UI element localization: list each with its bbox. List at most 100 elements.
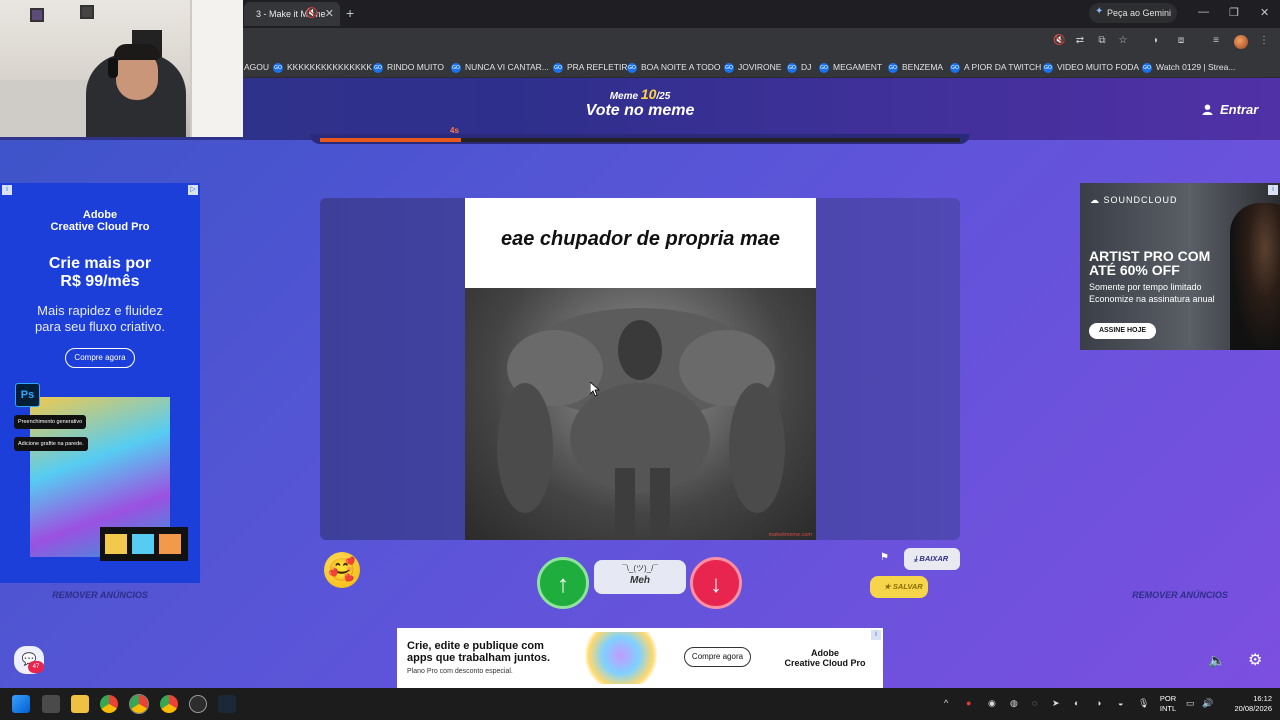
bookmark-item[interactable]: GO VIDEO MUITO FODA — [1043, 61, 1139, 75]
ad-headline: Crie mais por R$ 99/mês — [48, 255, 152, 290]
ad-headline: ARTIST PRO COM ATÉ 60% OFF — [1089, 248, 1211, 278]
tray-discord-icon[interactable]: ◍ — [1010, 698, 1018, 709]
webcam-overlay — [0, 0, 243, 137]
clock-date: 20/08/2026 — [1234, 704, 1272, 713]
install-app-icon[interactable]: ⧉ — [1096, 35, 1108, 47]
tray-telegram-icon[interactable]: ➤ — [1052, 698, 1060, 709]
ad-subtext: Plano Pro com desconto especial. — [407, 668, 513, 675]
bookmark-item[interactable]: GO JOVIRONE — [724, 61, 781, 75]
bookmark-favicon-icon: GO — [1142, 62, 1152, 73]
arrow-down-icon: ↓ — [710, 571, 722, 598]
reading-list-icon[interactable]: ≡ — [1210, 35, 1222, 47]
remove-ads-left-link[interactable]: REMOVER ANÚNCIOS — [0, 590, 200, 600]
upvote-button[interactable]: ↑ — [537, 557, 589, 609]
bookmark-item[interactable]: GO BENZEMA — [888, 61, 943, 75]
tray-steam-icon[interactable]: ◉ — [988, 698, 996, 709]
report-flag-icon[interactable]: ⚑ — [880, 552, 889, 563]
tray-record-icon[interactable]: ● — [966, 698, 971, 708]
gemini-label: Peça ao Gemini — [1107, 8, 1172, 18]
reaction-emoji-button[interactable]: 🥰 — [324, 552, 360, 588]
lang-code: POR — [1159, 694, 1177, 703]
steam-icon[interactable] — [218, 695, 236, 713]
save-button[interactable]: ★ SALVAR — [870, 576, 928, 598]
sound-off-icon[interactable]: 🔇 — [1053, 35, 1065, 47]
bookmark-item[interactable]: GO KKKKKKKKKKKKKKK — [273, 61, 372, 75]
tab-close-icon[interactable]: ✕ — [325, 7, 334, 20]
timer-progress-fill — [320, 138, 461, 142]
settings-gear-icon[interactable]: ⚙ — [1248, 650, 1262, 670]
ad-info-icon[interactable]: i — [1268, 185, 1278, 195]
ad-cta-button[interactable]: Compre agora — [684, 647, 751, 667]
tray-app4-icon[interactable]: ◒ — [1118, 698, 1123, 708]
keyboard-language[interactable]: POR INTL — [1156, 694, 1180, 714]
file-explorer-icon[interactable] — [71, 695, 89, 713]
window-close-icon[interactable]: ✕ — [1260, 6, 1269, 19]
save-label: SALVAR — [892, 582, 923, 591]
ad-choices-icon[interactable]: ▷ — [188, 185, 198, 195]
bookmark-item[interactable]: GO NUNCA VI CANTAR... — [451, 61, 549, 75]
tray-app2-icon[interactable]: ◐ — [1074, 698, 1079, 708]
bookmark-label: DJ — [801, 62, 812, 72]
meme-watermark: makeitmeme.com — [768, 532, 812, 538]
meme-counter-current: 10 — [640, 86, 657, 102]
ad-info-icon[interactable]: i — [871, 630, 881, 640]
extensions-puzzle-icon[interactable]: ⧈ — [1175, 35, 1187, 47]
bookmark-item[interactable]: GO Watch 0129 | Strea... — [1142, 61, 1235, 75]
tray-mic-icon[interactable]: 🎙 — [1138, 698, 1149, 709]
tab-mute-icon[interactable]: 🔇 — [306, 8, 318, 19]
ad-cta-button[interactable]: Compre agora — [65, 348, 135, 368]
ad-soundcloud-right[interactable]: ☁ SOUNDCLOUD ARTIST PRO COM ATÉ 60% OFF … — [1080, 183, 1280, 350]
make-it-meme-page: Meme 10/25 Vote no meme 4s Entrar i ▷ Ad… — [0, 78, 1280, 688]
minimize-icon[interactable]: — — [1198, 6, 1209, 18]
ad-adobe-left[interactable]: i ▷ Adobe Creative Cloud Pro Crie mais p… — [0, 183, 200, 583]
gemini-button[interactable]: ✦ Peça ao Gemini — [1089, 3, 1177, 23]
remove-ads-right-link[interactable]: REMOVER ANÚNCIOS — [1080, 590, 1280, 600]
taskbar-clock[interactable]: 16:12 20/08/2026 — [1222, 694, 1272, 714]
new-tab-icon[interactable]: + — [346, 5, 354, 21]
bookmark-item[interactable]: GO BOA NOITE A TODO — [627, 61, 721, 75]
task-view-icon[interactable] — [42, 695, 60, 713]
browser-menu-icon[interactable]: ⋮ — [1258, 35, 1270, 47]
star-icon: ★ — [884, 582, 893, 591]
translate-icon[interactable]: ⇄ — [1074, 35, 1086, 47]
profile-avatar[interactable] — [1234, 35, 1248, 49]
tray-app3-icon[interactable]: ◑ — [1096, 698, 1101, 708]
downvote-button[interactable]: ↓ — [690, 557, 742, 609]
bookmark-label: MEGAMENT — [833, 62, 883, 72]
extension-icon[interactable]: ◗ — [1150, 35, 1162, 47]
meme-image: makeitmeme.com — [465, 288, 816, 540]
chrome-icon[interactable] — [100, 695, 118, 713]
tray-chevron-icon[interactable]: ^ — [944, 698, 948, 708]
shrug-text: ¯\_(ツ)_/¯ — [622, 564, 658, 573]
bookmark-item[interactable]: GO A PIOR DA TWITCH — [950, 61, 1041, 75]
ad-artwork — [585, 632, 657, 684]
tray-network-icon[interactable]: ▭ — [1186, 698, 1195, 709]
bookmark-star-icon[interactable]: ☆ — [1117, 35, 1129, 47]
browser-tab-make-it-meme[interactable]: 3 - Make it Meme 🔇 ✕ — [244, 2, 340, 26]
ad-adobe-bottom[interactable]: Crie, edite e publique com apps que trab… — [397, 628, 883, 688]
tray-volume-icon[interactable]: 🔊 — [1202, 698, 1213, 709]
login-label: Entrar — [1220, 102, 1259, 117]
bookmark-item[interactable]: GOAGOU — [244, 61, 269, 75]
login-button[interactable]: Entrar — [1202, 102, 1258, 117]
bookmark-item[interactable]: GO PRA REFLETIR — [553, 61, 627, 75]
soundcloud-logo-icon: ☁ — [1090, 195, 1104, 205]
bookmark-item[interactable]: GO RINDO MUITO — [373, 61, 444, 75]
bookmark-favicon-icon: GO — [888, 62, 898, 73]
gemini-sparkle-icon: ✦ — [1095, 6, 1104, 17]
bookmark-item[interactable]: GO DJ — [787, 61, 811, 75]
download-button[interactable]: ⤓ BAIXAR — [904, 548, 960, 570]
obs-icon[interactable] — [189, 695, 207, 713]
speaker-icon[interactable]: 🔈 — [1208, 652, 1225, 669]
tray-app-icon[interactable]: ◌ — [1032, 698, 1037, 708]
restore-icon[interactable]: ❐ — [1229, 6, 1239, 19]
photoshop-logo: Ps — [15, 383, 40, 407]
bookmark-item[interactable]: GO MEGAMENT — [819, 61, 882, 75]
ad-cta-button[interactable]: ASSINE HOJE — [1089, 323, 1156, 339]
bookmark-label: BENZEMA — [902, 62, 944, 72]
chrome-active-icon[interactable] — [129, 694, 149, 714]
webcam-wall-picture — [30, 8, 44, 22]
ad-info-icon[interactable]: i — [2, 185, 12, 195]
windows-start-icon[interactable] — [12, 695, 30, 713]
chrome-profile-icon[interactable] — [160, 695, 178, 713]
